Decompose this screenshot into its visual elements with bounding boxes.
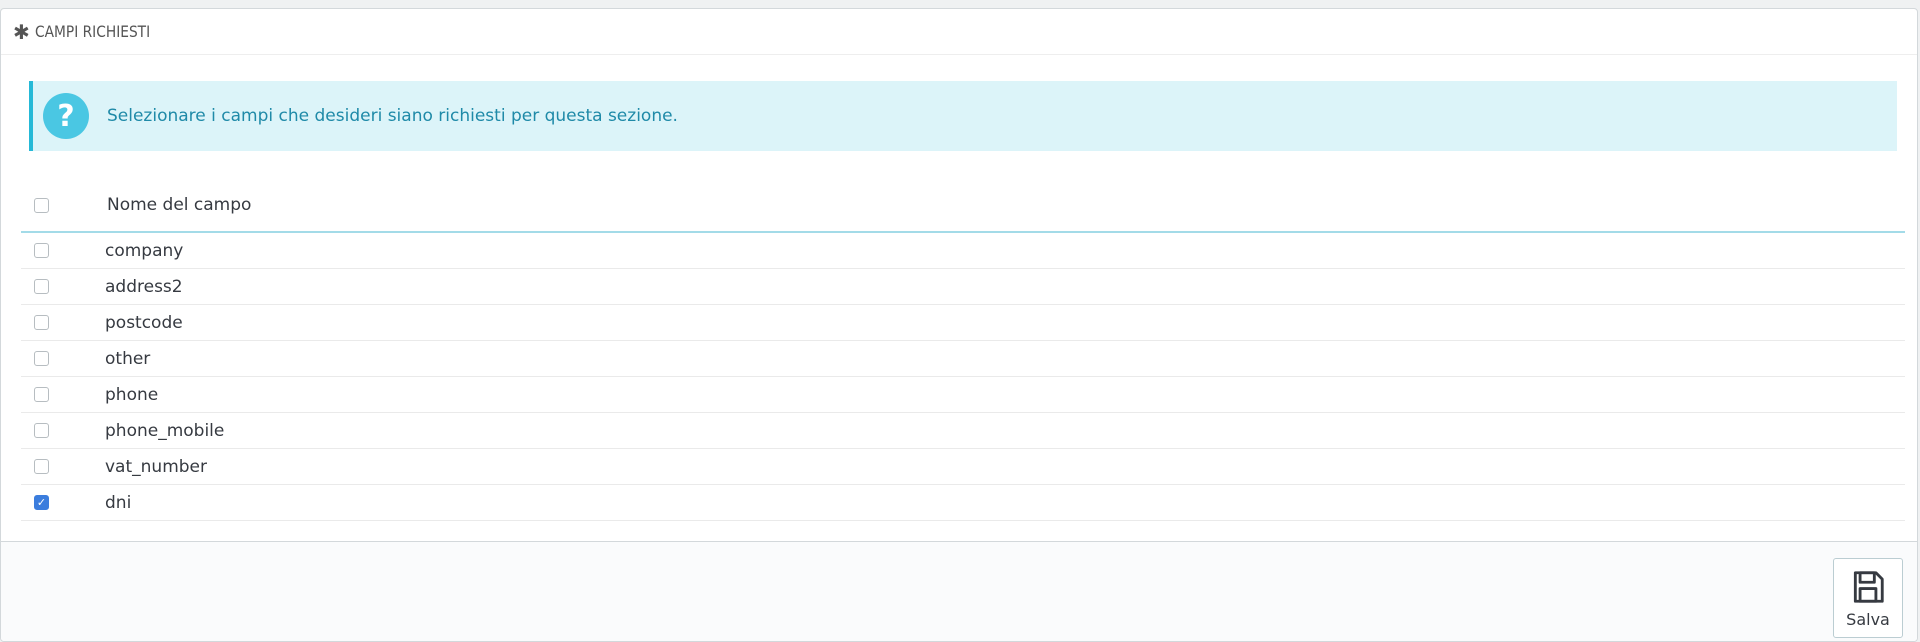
table-row: ✓ postcode (21, 305, 1905, 341)
asterisk-icon: ✱ (13, 19, 30, 44)
field-checkbox-vat_number[interactable]: ✓ (34, 459, 49, 474)
table-row: ✓ other (21, 341, 1905, 377)
select-all-checkbox[interactable]: ✓ (34, 197, 49, 213)
field-checkbox-other[interactable]: ✓ (34, 351, 49, 366)
table-row: ✓ company (21, 233, 1905, 269)
table-row: ✓ phone_mobile (21, 413, 1905, 449)
field-name: company (105, 240, 184, 261)
table-header: ✓ Nome del campo (21, 179, 1905, 233)
table-row: ✓ phone (21, 377, 1905, 413)
floppy-disk-icon (1853, 570, 1884, 603)
field-checkbox-postcode[interactable]: ✓ (34, 315, 49, 330)
field-checkbox-phone[interactable]: ✓ (34, 387, 49, 402)
panel-heading: ✱ CAMPI RICHIESTI (1, 9, 1917, 55)
table-row: ✓ address2 (21, 269, 1905, 305)
field-name: vat_number (105, 456, 207, 477)
field-checkbox-address2[interactable]: ✓ (34, 279, 49, 294)
field-name: postcode (105, 312, 183, 333)
save-button[interactable]: Salva (1833, 558, 1903, 638)
required-fields-panel: ✱ CAMPI RICHIESTI ? Selezionare i campi … (0, 8, 1918, 642)
table-body: ✓ company ✓ address2 ✓ postcode ✓ other ✓ phone ✓ p… (21, 233, 1905, 521)
table-row: ✓ vat_number (21, 449, 1905, 485)
field-checkbox-dni[interactable]: ✓ (34, 495, 49, 510)
field-name: phone (105, 384, 159, 405)
column-header-field-name: Nome del campo (107, 195, 252, 215)
field-name: dni (105, 492, 132, 513)
field-name: phone_mobile (105, 420, 225, 441)
alert-text: Selezionare i campi che desideri siano r… (107, 106, 678, 126)
table-row: ✓ dni (21, 485, 1905, 521)
field-checkbox-phone_mobile[interactable]: ✓ (34, 423, 49, 438)
question-icon: ? (43, 93, 89, 139)
save-label: Salva (1846, 609, 1890, 629)
fields-table: ✓ Nome del campo ✓ company ✓ address2 ✓ postc… (21, 179, 1905, 521)
panel-title: CAMPI RICHIESTI (34, 22, 150, 41)
panel-footer: Salva (1, 541, 1917, 641)
field-name: other (105, 348, 151, 369)
info-alert: ? Selezionare i campi che desideri siano… (29, 81, 1897, 151)
field-checkbox-company[interactable]: ✓ (34, 243, 49, 258)
field-name: address2 (105, 276, 183, 297)
